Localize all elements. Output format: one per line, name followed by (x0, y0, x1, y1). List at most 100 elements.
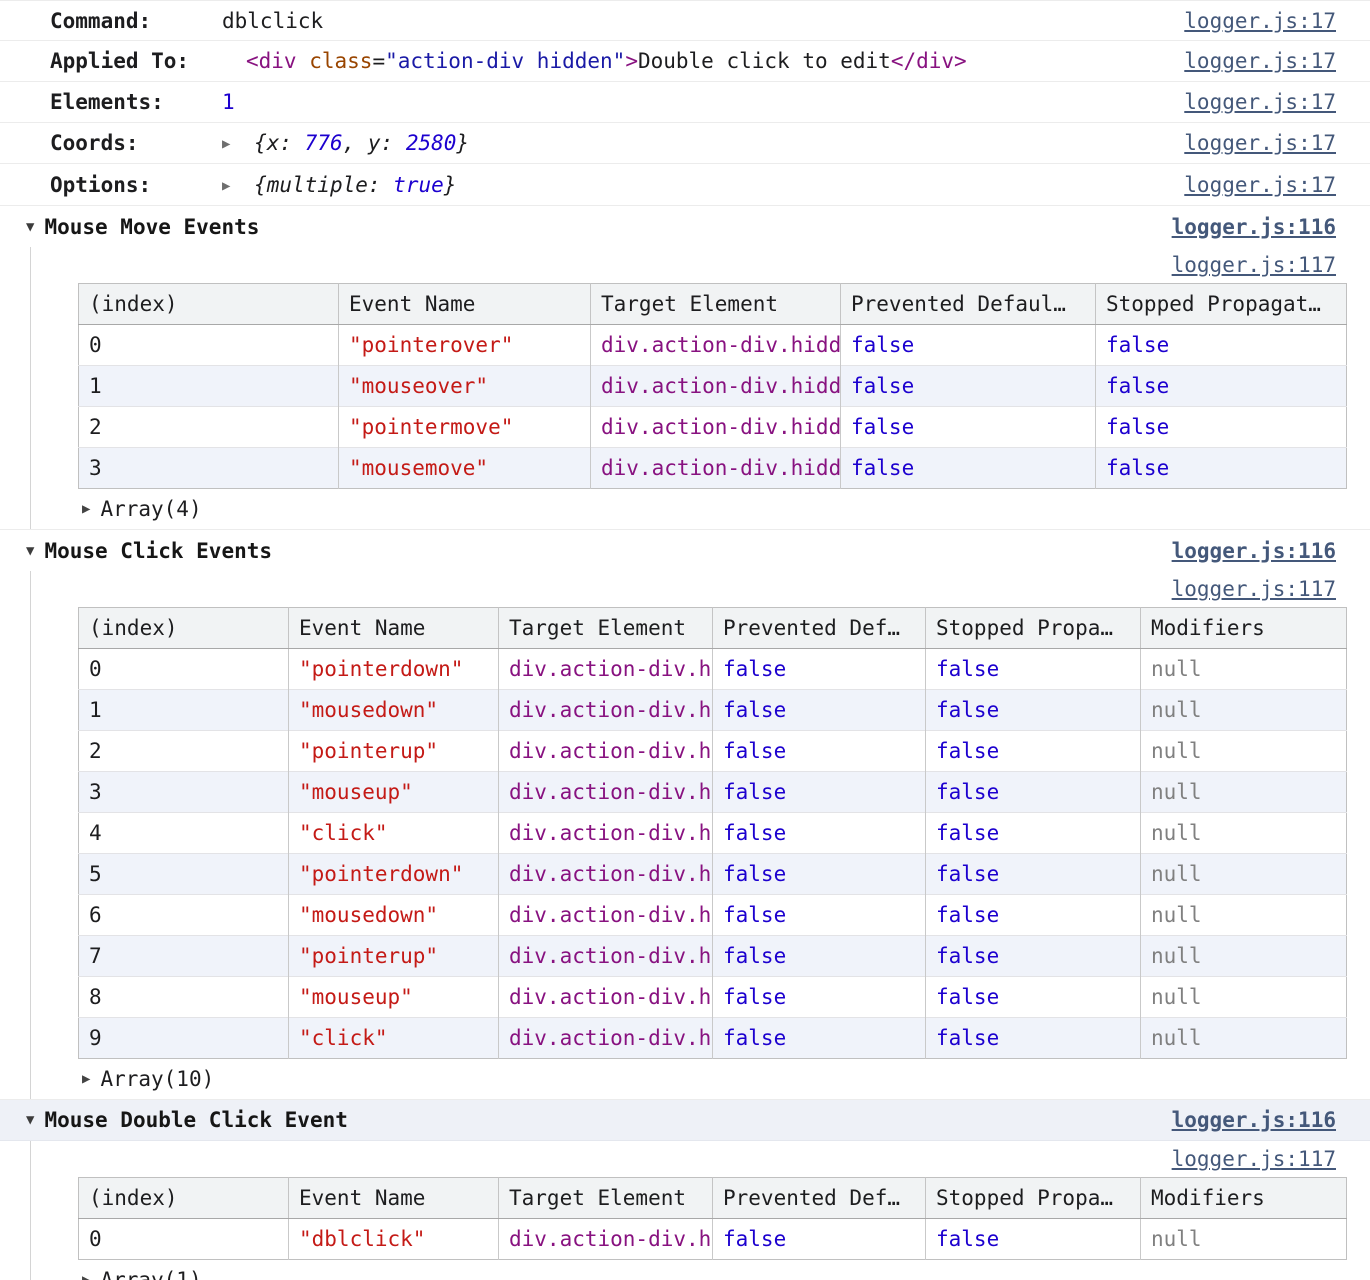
source-link[interactable]: logger.js:116 (1172, 1108, 1336, 1132)
target-element-cell[interactable]: div.action-div.hidden (499, 977, 713, 1018)
source-link[interactable]: logger.js:17 (1184, 90, 1336, 114)
object-preview[interactable]: {x: 776, y: 2580} (254, 131, 469, 155)
table-cell: false (1096, 407, 1347, 448)
column-header[interactable]: Target Element (591, 284, 841, 325)
console-group-mouse-double-click-event: ▼ Mouse Double Click Event logger.js:116… (0, 1099, 1370, 1280)
table-row: 0"dblclick"div.action-div.hiddenfalsefal… (79, 1219, 1347, 1260)
table-row: 8"mouseup"div.action-div.hiddenfalsefals… (79, 977, 1347, 1018)
table-source-row: logger.js:117 (78, 1141, 1346, 1177)
target-element-cell[interactable]: div.action-div.hidden (499, 936, 713, 977)
table-cell: 3 (79, 772, 289, 813)
object-preview[interactable]: {multiple: true} (254, 173, 456, 197)
column-header[interactable]: Modifiers (1141, 1178, 1347, 1219)
target-element-cell[interactable]: div.action-div.hidden (591, 325, 841, 366)
array-label: Array(1) (100, 1268, 201, 1280)
group-header[interactable]: ▼ Mouse Click Events logger.js:116 (0, 530, 1370, 571)
table-cell: "mousemove" (339, 448, 591, 489)
source-link[interactable]: logger.js:17 (1184, 173, 1336, 197)
table-cell: false (926, 731, 1141, 772)
column-header[interactable]: Event Name (339, 284, 591, 325)
token-blue: true (393, 173, 444, 197)
log-label: Options: (50, 173, 222, 197)
source-link[interactable]: logger.js:17 (1184, 49, 1336, 73)
group-header[interactable]: ▼ Mouse Move Events logger.js:116 (0, 206, 1370, 247)
source-link[interactable]: logger.js:117 (1172, 577, 1336, 601)
target-element-cell[interactable]: div.action-div.hidden (499, 895, 713, 936)
console-row-elements: Elements: 1 logger.js:17 (0, 82, 1370, 123)
source-link[interactable]: logger.js:17 (1184, 131, 1336, 155)
table-header-row: (index)Event NameTarget ElementPrevented… (79, 608, 1347, 649)
column-header[interactable]: Stopped Propagat… (1096, 284, 1347, 325)
column-header[interactable]: Prevented Def… (713, 608, 926, 649)
table-cell: false (713, 731, 926, 772)
target-element-cell[interactable]: div.action-div.hidden (499, 1219, 713, 1260)
target-element-cell[interactable]: div.action-div.hidden (499, 813, 713, 854)
log-value: dblclick (222, 9, 1184, 33)
triangle-collapsed-icon[interactable]: ▶ (222, 178, 230, 194)
table-cell: false (841, 448, 1096, 489)
target-element-cell[interactable]: div.action-div.hidden (591, 366, 841, 407)
table-cell: 7 (79, 936, 289, 977)
table-cell: false (841, 325, 1096, 366)
table-cell: false (713, 1018, 926, 1059)
target-element-cell[interactable]: div.action-div.hidden (499, 690, 713, 731)
target-element-cell[interactable]: div.action-div.hidden (499, 854, 713, 895)
array-toggle[interactable]: ▶ Array(1) (78, 1260, 1346, 1280)
triangle-collapsed-icon[interactable]: ▶ (222, 136, 230, 152)
column-header[interactable]: Stopped Propa… (926, 608, 1141, 649)
table-cell: null (1141, 649, 1347, 690)
target-element-cell[interactable]: div.action-div.hidden (499, 1018, 713, 1059)
target-element-cell[interactable]: div.action-div.hidden (499, 772, 713, 813)
column-header[interactable]: (index) (79, 1178, 289, 1219)
source-link[interactable]: logger.js:116 (1172, 215, 1336, 239)
column-header[interactable]: Event Name (289, 1178, 499, 1219)
triangle-expanded-icon[interactable]: ▼ (26, 543, 34, 559)
element-preview[interactable]: <div class="action-div hidden">Double cl… (222, 49, 1184, 73)
target-element-cell[interactable]: div.action-div.hidden (499, 649, 713, 690)
token-default: dblclick (222, 9, 323, 33)
table-cell: 8 (79, 977, 289, 1018)
group-header[interactable]: ▼ Mouse Double Click Event logger.js:116 (0, 1100, 1370, 1141)
target-element-cell[interactable]: div.action-div.hidden (591, 407, 841, 448)
array-toggle[interactable]: ▶ Array(10) (78, 1059, 1346, 1099)
log-label: Elements: (50, 90, 222, 114)
table-header-row: (index)Event NameTarget ElementPrevented… (79, 284, 1347, 325)
triangle-expanded-icon[interactable]: ▼ (26, 219, 34, 235)
target-element-cell[interactable]: div.action-div.hidden (499, 731, 713, 772)
column-header[interactable]: Target Element (499, 608, 713, 649)
target-element-cell[interactable]: div.action-div.hidden (591, 448, 841, 489)
triangle-expanded-icon[interactable]: ▼ (26, 1112, 34, 1128)
table-cell: false (926, 1018, 1141, 1059)
column-header[interactable]: Modifiers (1141, 608, 1347, 649)
column-header[interactable]: Prevented Defaul… (841, 284, 1096, 325)
source-link[interactable]: logger.js:17 (1184, 9, 1336, 33)
column-header[interactable]: Target Element (499, 1178, 713, 1219)
source-link[interactable]: logger.js:117 (1172, 1147, 1336, 1171)
column-header[interactable]: Prevented Def… (713, 1178, 926, 1219)
table-cell: false (713, 813, 926, 854)
token-tag: </div> (891, 49, 967, 73)
table-cell: false (926, 772, 1141, 813)
table-row: 9"click"div.action-div.hiddenfalsefalsen… (79, 1018, 1347, 1059)
table-source-row: logger.js:117 (78, 247, 1346, 283)
column-header[interactable]: (index) (79, 284, 339, 325)
group-content: logger.js:117 (index)Event NameTarget El… (30, 1141, 1370, 1280)
token-tag: > (625, 49, 638, 73)
array-label: Array(4) (100, 497, 201, 521)
table-cell: false (926, 1219, 1141, 1260)
table-cell: "mouseup" (289, 772, 499, 813)
column-header[interactable]: (index) (79, 608, 289, 649)
token-blue: 1 (222, 90, 235, 114)
log-label: Coords: (50, 131, 222, 155)
table-cell: false (713, 854, 926, 895)
array-toggle[interactable]: ▶ Array(4) (78, 489, 1346, 529)
column-header[interactable]: Stopped Propa… (926, 1178, 1141, 1219)
table-cell: "click" (289, 1018, 499, 1059)
table-cell: 4 (79, 813, 289, 854)
source-link[interactable]: logger.js:117 (1172, 253, 1336, 277)
column-header[interactable]: Event Name (289, 608, 499, 649)
group-title: Mouse Double Click Event (44, 1108, 347, 1132)
table-cell: false (713, 649, 926, 690)
source-link[interactable]: logger.js:116 (1172, 539, 1336, 563)
table-cell: false (926, 649, 1141, 690)
